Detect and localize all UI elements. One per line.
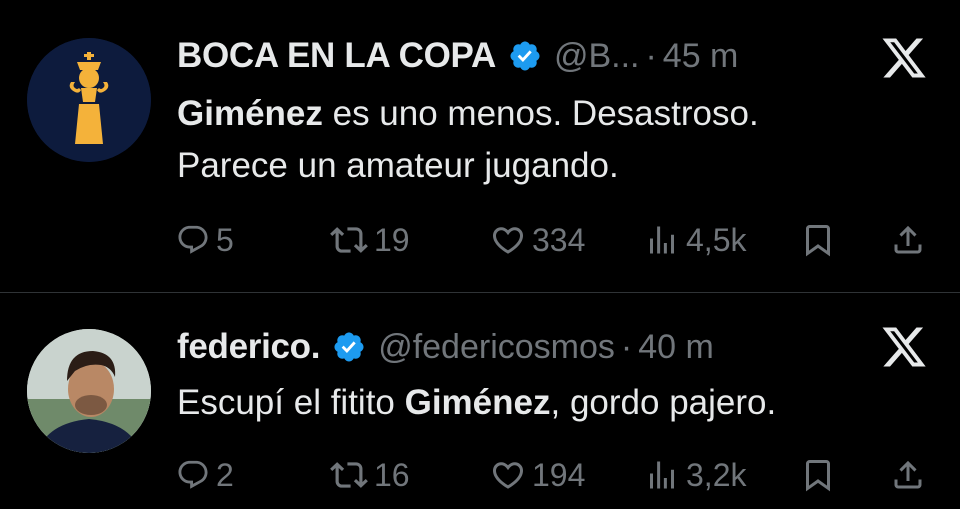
bookmark-icon bbox=[806, 460, 830, 492]
views-chart-icon bbox=[650, 461, 674, 489]
like-button[interactable]: 194 bbox=[490, 453, 585, 497]
share-button[interactable] bbox=[890, 453, 926, 497]
like-button[interactable]: 334 bbox=[490, 218, 585, 262]
share-icon bbox=[894, 460, 922, 489]
views-button[interactable]: 4,5k bbox=[644, 218, 746, 262]
separator-dot: · bbox=[645, 36, 657, 75]
retweet-count: 16 bbox=[374, 456, 410, 493]
timestamp[interactable]: 40 m bbox=[638, 328, 714, 367]
retweet-count: 19 bbox=[374, 221, 410, 258]
mention-bold: Giménez bbox=[177, 94, 323, 133]
reply-icon bbox=[178, 225, 208, 254]
separator-dot: · bbox=[620, 327, 633, 366]
tweet-text: Giménez es uno menos. Desastroso. Parece… bbox=[177, 88, 930, 192]
retweet-icon bbox=[330, 227, 368, 253]
share-button[interactable] bbox=[890, 218, 926, 262]
author-handle[interactable]: @federicosmos bbox=[378, 328, 615, 367]
tweet-text-line1: es uno menos. Desastroso. bbox=[322, 94, 759, 133]
action-bar: 2 16 194 3,2k bbox=[0, 453, 960, 497]
x-logo-icon[interactable] bbox=[880, 323, 928, 371]
like-count: 334 bbox=[532, 221, 586, 258]
tweet-header: federico. @federicosmos · 40 m bbox=[177, 325, 960, 369]
action-bar: 5 19 334 4,5k bbox=[0, 218, 960, 262]
tweet-text-line2: Parece un amateur jugando. bbox=[177, 146, 619, 185]
retweet-button[interactable]: 16 bbox=[330, 453, 410, 497]
tweet-header: BOCA EN LA COPA @B... · 45 m bbox=[177, 34, 960, 78]
like-count: 194 bbox=[532, 456, 586, 493]
retweet-icon bbox=[330, 462, 368, 488]
author-handle[interactable]: @B... bbox=[554, 37, 640, 76]
tweet-text-post: , gordo pajero. bbox=[550, 383, 777, 422]
views-button[interactable]: 3,2k bbox=[644, 453, 746, 497]
avatar[interactable] bbox=[27, 38, 151, 162]
reply-button[interactable]: 5 bbox=[176, 218, 234, 262]
profile-photo bbox=[27, 329, 151, 453]
views-chart-icon bbox=[650, 226, 674, 254]
verified-badge-icon bbox=[332, 330, 366, 364]
author-name[interactable]: BOCA EN LA COPA bbox=[177, 36, 496, 76]
retweet-button[interactable]: 19 bbox=[330, 218, 410, 262]
verified-badge-icon bbox=[508, 39, 542, 73]
views-count: 4,5k bbox=[686, 221, 747, 258]
reply-icon bbox=[178, 460, 208, 489]
reply-button[interactable]: 2 bbox=[176, 453, 234, 497]
heart-icon bbox=[492, 462, 524, 489]
bookmark-icon bbox=[806, 225, 830, 257]
tweet[interactable]: federico. @federicosmos · 40 m Escupí el… bbox=[0, 293, 960, 509]
reply-count: 5 bbox=[216, 221, 234, 258]
bookmark-button[interactable] bbox=[800, 453, 836, 497]
tweet-text-pre: Escupí el fitito bbox=[177, 383, 405, 422]
mention-bold: Giménez bbox=[404, 383, 551, 422]
share-icon bbox=[894, 225, 922, 254]
reply-count: 2 bbox=[216, 456, 234, 493]
timestamp[interactable]: 45 m bbox=[663, 37, 739, 76]
tweet[interactable]: BOCA EN LA COPA @B... · 45 m Giménez es … bbox=[0, 0, 960, 292]
trophy-icon bbox=[27, 38, 151, 162]
heart-icon bbox=[492, 227, 524, 254]
views-count: 3,2k bbox=[686, 456, 747, 493]
bookmark-button[interactable] bbox=[800, 218, 836, 262]
x-logo-icon[interactable] bbox=[880, 34, 928, 82]
tweet-text: Escupí el fitito Giménez, gordo pajero. bbox=[177, 377, 930, 429]
author-name[interactable]: federico. bbox=[177, 327, 320, 367]
avatar[interactable] bbox=[27, 329, 151, 453]
